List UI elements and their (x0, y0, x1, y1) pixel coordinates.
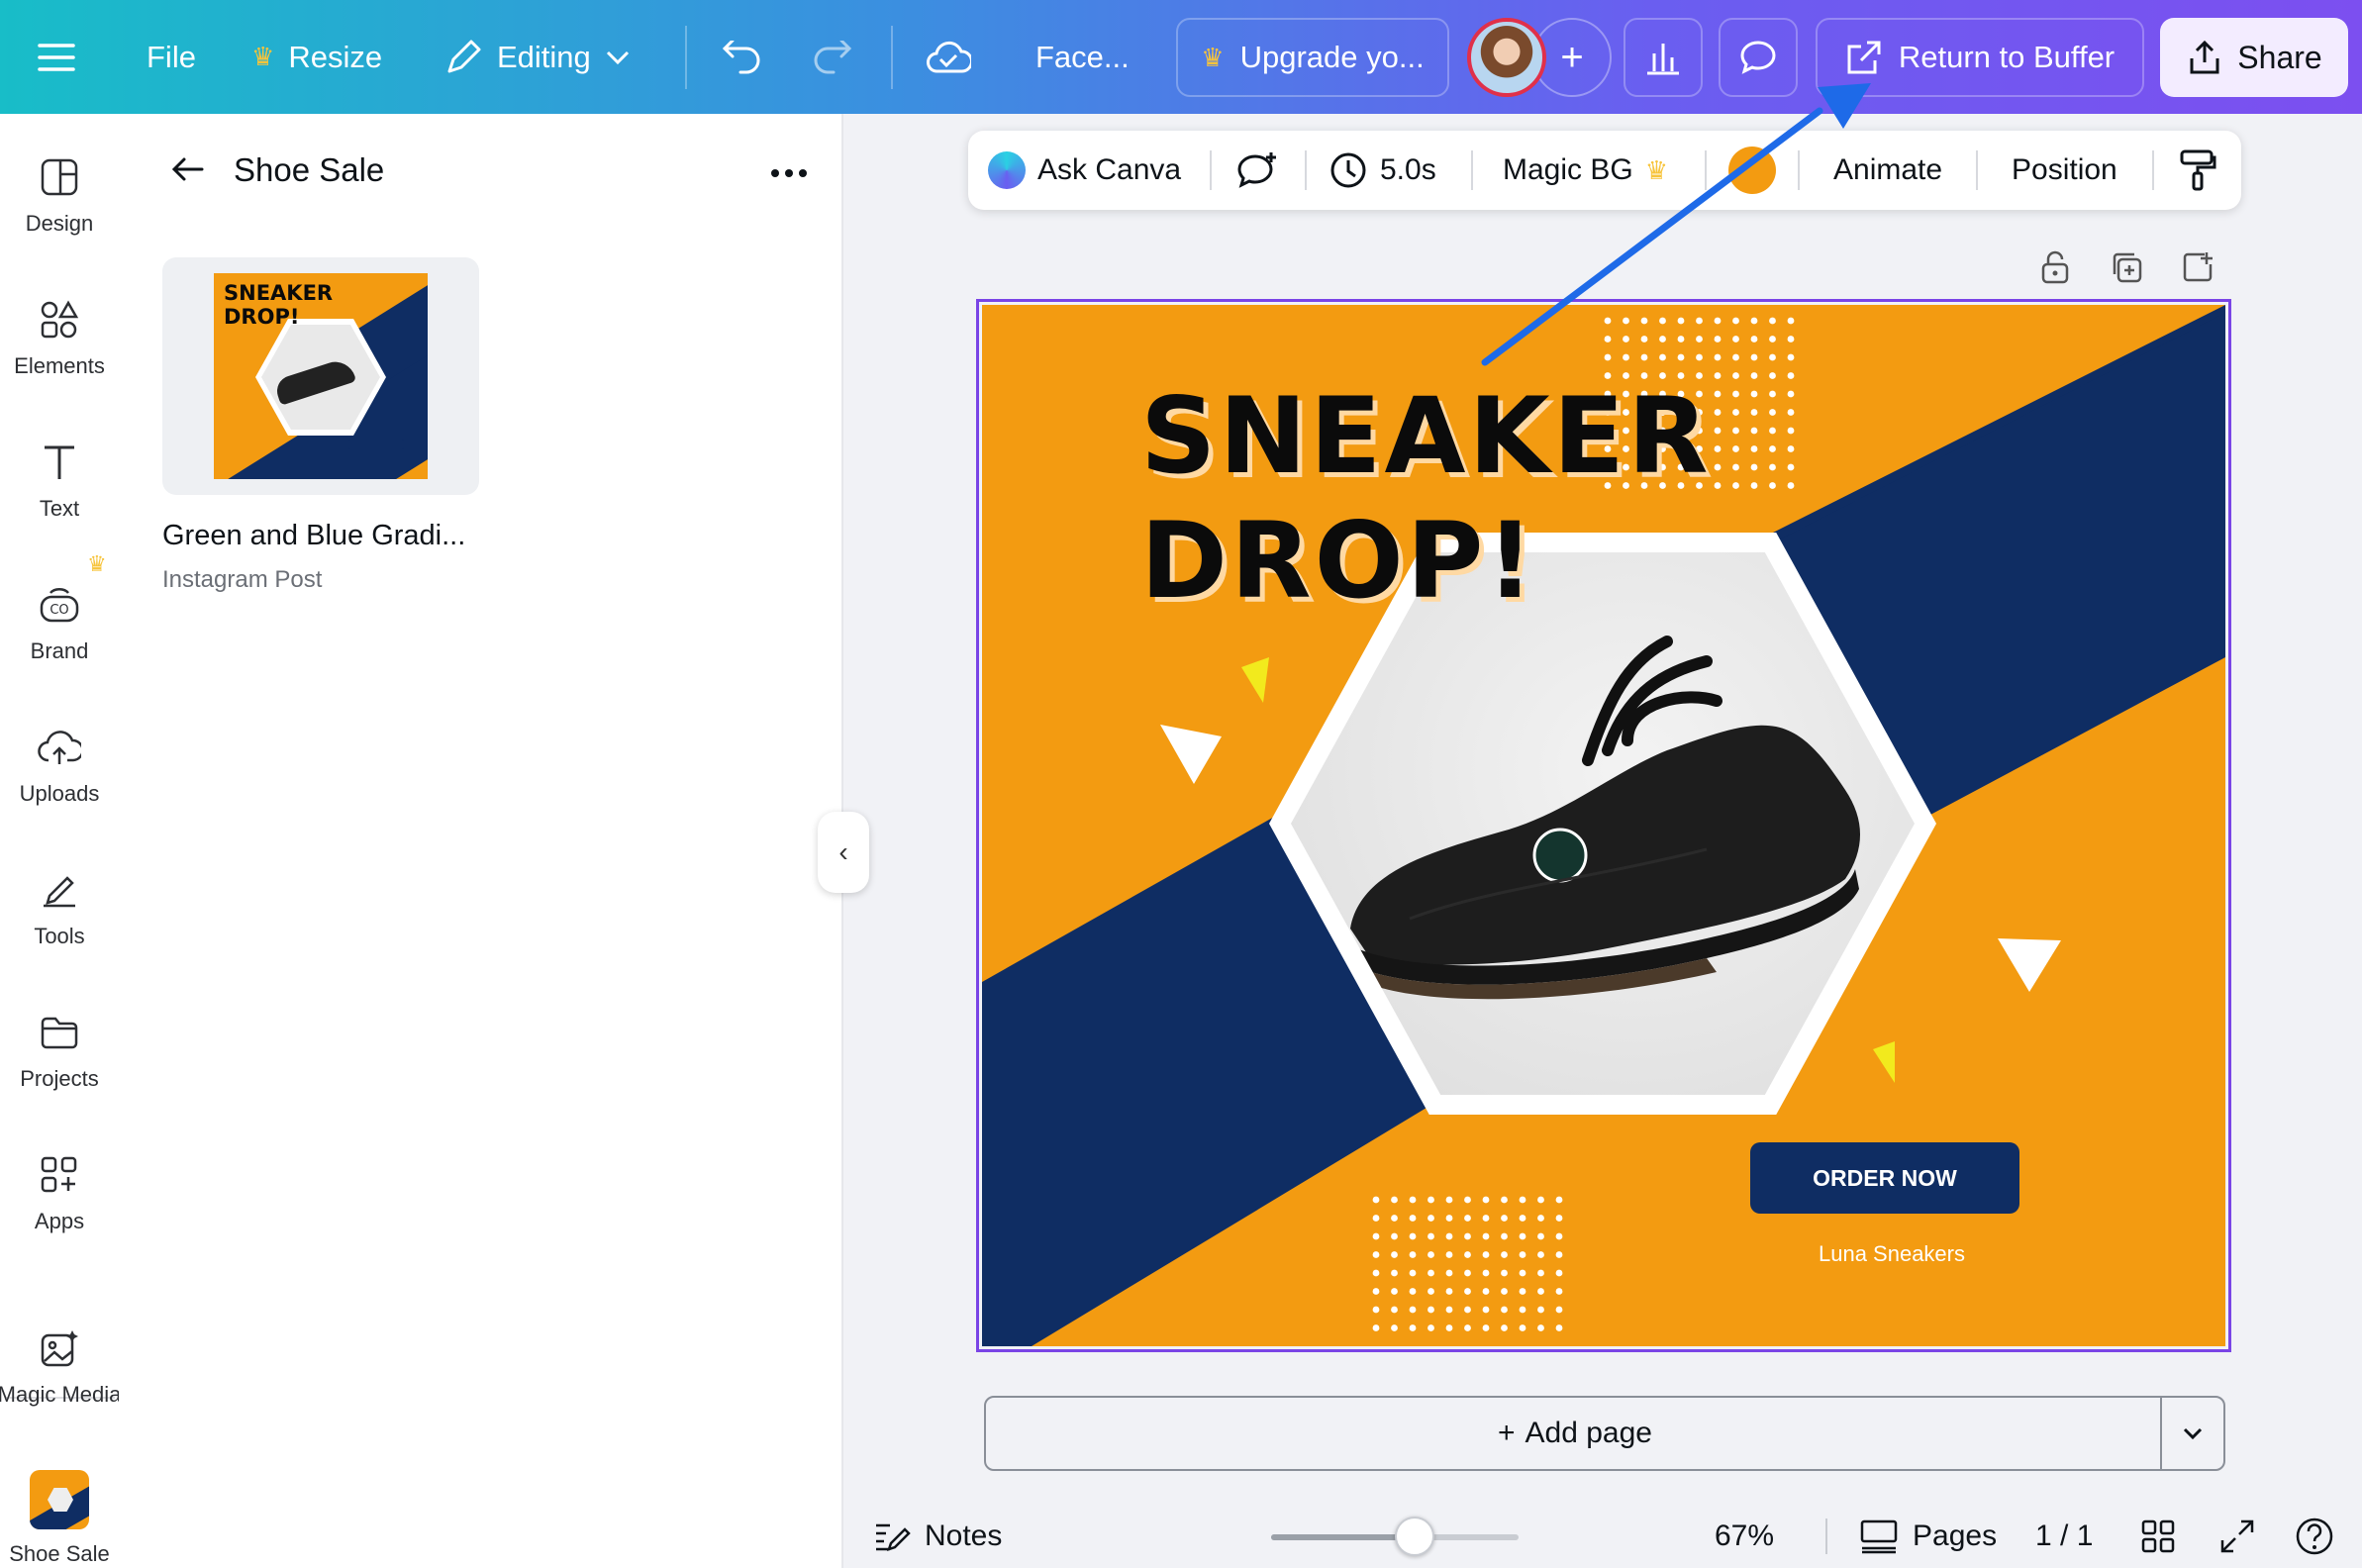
plus-icon: + (1498, 1417, 1516, 1449)
pages-icon (1860, 1519, 1898, 1554)
grid-icon (2141, 1519, 2175, 1553)
add-page-button[interactable]: + Add page (986, 1398, 2164, 1469)
divider (1825, 1519, 1827, 1554)
fullscreen-button[interactable] (2219, 1505, 2255, 1568)
pages-label: Pages (1913, 1519, 1998, 1552)
zoom-slider[interactable] (1271, 1517, 1519, 1556)
chevron-down-icon (2183, 1427, 2203, 1440)
notes-button[interactable]: Notes (873, 1505, 1002, 1568)
grid-view-button[interactable] (2140, 1505, 2176, 1568)
add-page-dropdown[interactable] (2160, 1398, 2223, 1469)
notes-label: Notes (925, 1519, 1003, 1552)
zoom-label: 67% (1715, 1519, 1775, 1552)
zoom-slider-handle[interactable] (1395, 1517, 1434, 1556)
pages-button[interactable]: Pages (1859, 1505, 1997, 1568)
page-counter: 1 / 1 (2035, 1505, 2093, 1568)
annotation-arrow (1481, 83, 1871, 366)
notes-icon (876, 1523, 911, 1551)
zoom-slider-fill (1271, 1534, 1415, 1540)
page-counter-label: 1 / 1 (2035, 1519, 2094, 1552)
add-page-bar: + Add page (984, 1396, 2225, 1471)
help-button[interactable] (2295, 1505, 2334, 1568)
bottom-bar: Notes 67% Pages 1 / 1 (843, 1505, 2362, 1568)
expand-icon (2220, 1519, 2254, 1553)
zoom-level[interactable]: 67% (1715, 1505, 1774, 1568)
help-icon (2296, 1518, 2333, 1555)
add-page-label: Add page (1525, 1417, 1652, 1449)
